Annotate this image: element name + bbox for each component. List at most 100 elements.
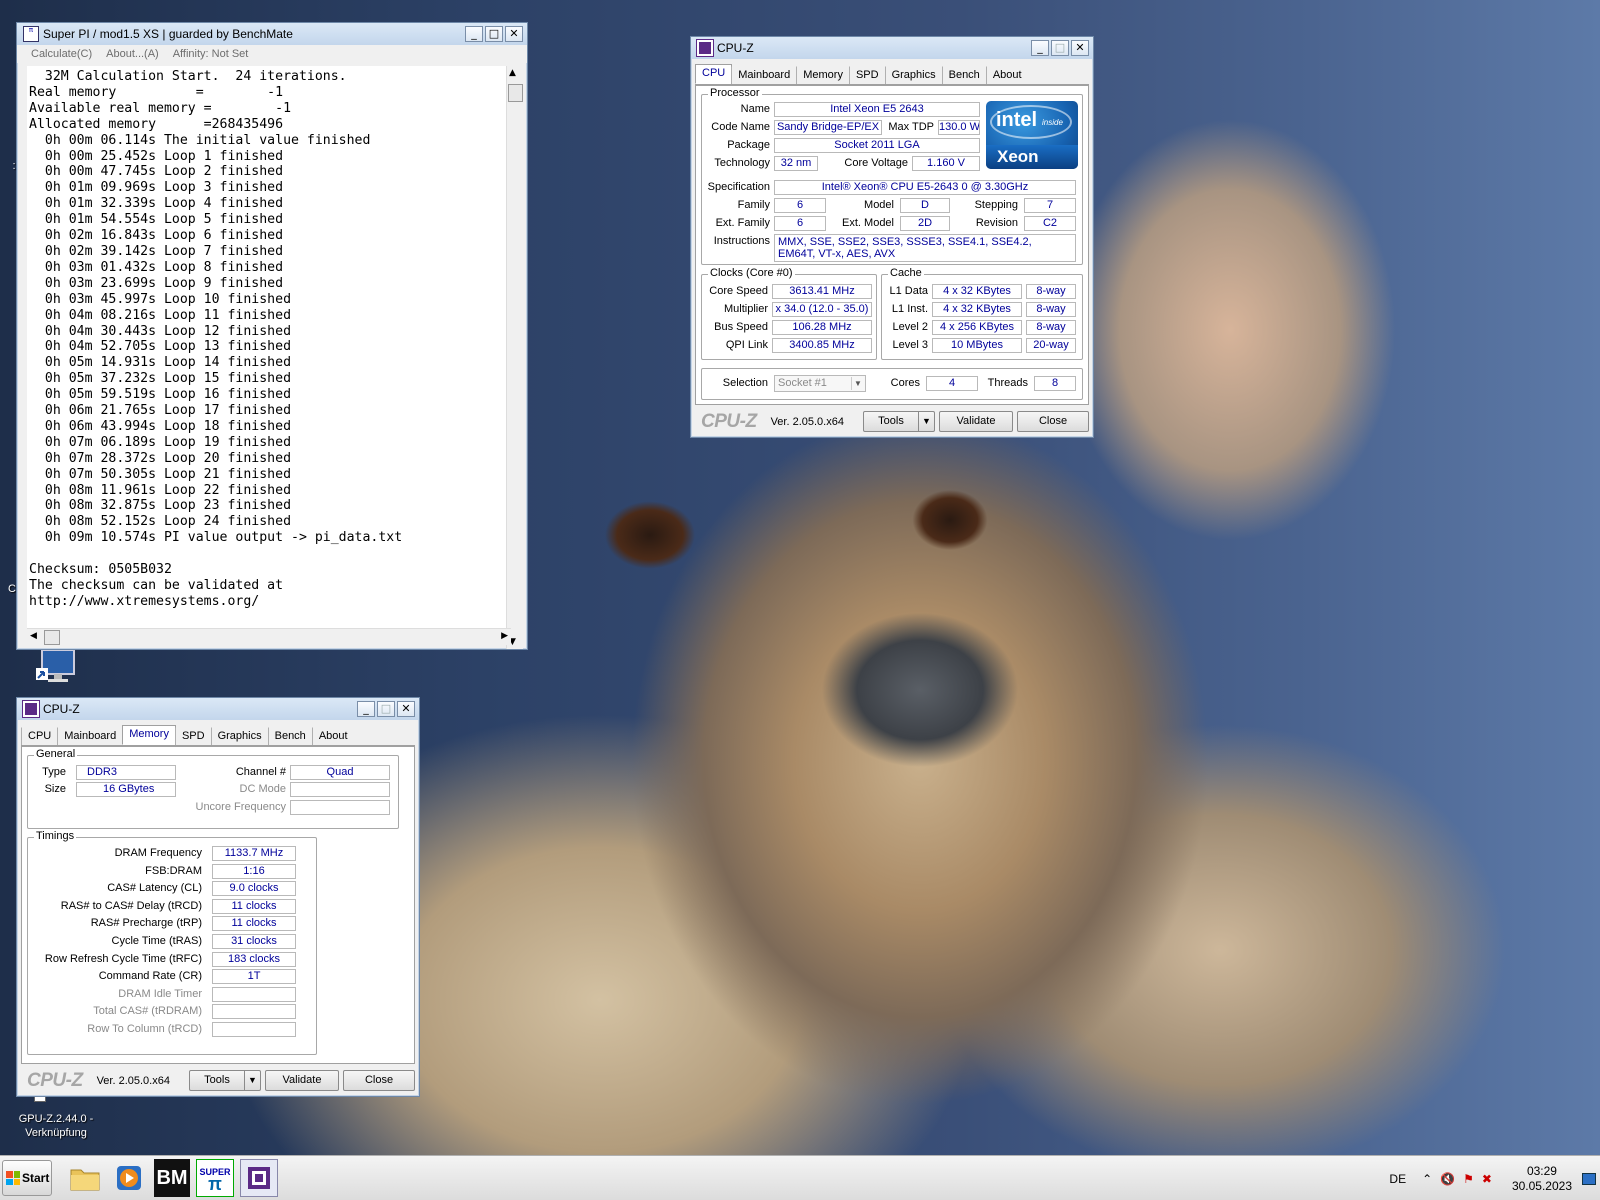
timing-label: DRAM Idle Timer	[118, 987, 202, 1000]
codename-label: Code Name	[711, 121, 770, 133]
superpi-output[interactable]: 32M Calculation Start. 24 iterations. Rea…	[27, 66, 513, 641]
output-line: 0h 07m 06.189s Loop 19 finished	[29, 434, 292, 450]
close-button[interactable]: ✕	[1071, 40, 1089, 56]
timing-value	[212, 1004, 296, 1020]
timing-value: 183 clocks	[212, 951, 296, 967]
scrollbar-thumb[interactable]	[508, 84, 523, 102]
close-dialog-button[interactable]: Close	[1017, 411, 1089, 432]
scroll-left-icon[interactable]: ◀	[30, 631, 37, 641]
tab-cpu[interactable]: CPU	[21, 727, 58, 745]
start-button[interactable]: Start	[2, 1160, 52, 1196]
chevron-down-icon[interactable]: ▼	[851, 377, 864, 390]
output-line: 0h 03m 01.432s Loop 8 finished	[29, 259, 284, 275]
timings-group-label: Timings	[34, 830, 77, 842]
extfamily-value: 6	[774, 216, 826, 231]
tab-spd[interactable]: SPD	[174, 727, 212, 745]
clock-date: 30.05.2023	[1511, 1178, 1572, 1193]
clocks-group-label: Clocks (Core #0)	[708, 267, 795, 279]
timing-value: 11 clocks	[212, 898, 296, 914]
minimize-button[interactable]: _	[1031, 40, 1049, 56]
output-line: 0h 02m 39.142s Loop 7 finished	[29, 243, 284, 259]
close-button[interactable]: ✕	[397, 701, 415, 717]
tab-about[interactable]: About	[985, 66, 1029, 84]
cpuz-mem-titlebar[interactable]: CPU-Z _ □ ✕	[17, 698, 419, 720]
stepping-value: 7	[1024, 198, 1076, 213]
output-line: 0h 01m 32.339s Loop 4 finished	[29, 196, 284, 212]
tab-graphics[interactable]: Graphics	[210, 727, 269, 745]
tab-memory[interactable]: Memory	[796, 66, 850, 84]
cpuz-icon[interactable]	[240, 1159, 278, 1197]
cpuz-cpu-titlebar[interactable]: CPU-Z _ □ ✕	[691, 37, 1093, 59]
extmodel-value: 2D	[900, 216, 950, 231]
cpuz-cpu-window: CPU-Z _ □ ✕ CPU Mainboard Memory SPD Gra…	[690, 36, 1094, 438]
tab-bench[interactable]: Bench	[267, 727, 313, 745]
threads-label: Threads	[987, 377, 1028, 389]
benchmate-icon[interactable]: BM	[154, 1159, 190, 1197]
revision-label: Revision	[975, 217, 1018, 229]
network-error-icon[interactable]: ✖	[1482, 1172, 1492, 1186]
close-button[interactable]: ✕	[505, 26, 523, 42]
menu-calculate[interactable]: Calculate(C)	[31, 48, 92, 60]
socket-select[interactable]: Socket #1 ▼	[774, 375, 866, 392]
vertical-scrollbar[interactable]: ▲ ▼	[506, 66, 523, 649]
flag-warning-icon[interactable]: ⚑	[1463, 1172, 1474, 1186]
model-label: Model	[864, 199, 894, 211]
cpuz-mem-tabs: CPU Mainboard Memory SPD Graphics Bench …	[21, 725, 415, 746]
tab-graphics[interactable]: Graphics	[884, 66, 943, 84]
volume-muted-icon[interactable]: 🔇	[1440, 1172, 1455, 1186]
clock[interactable]: 03:29 30.05.2023	[1512, 1164, 1572, 1194]
tab-cpu[interactable]: CPU	[695, 64, 733, 84]
tools-button[interactable]: Tools ▼	[189, 1070, 261, 1091]
timing-label: FSB:DRAM	[145, 864, 202, 877]
folder-icon[interactable]	[66, 1159, 104, 1197]
hscrollbar-thumb[interactable]	[44, 630, 60, 645]
validate-button[interactable]: Validate	[939, 411, 1013, 432]
chevron-down-icon[interactable]: ▼	[244, 1071, 260, 1090]
output-line: 0h 00m 47.745s Loop 2 finished	[29, 164, 284, 180]
superpi-titlebar[interactable]: π Super PI / mod1.5 XS | guarded by Benc…	[17, 23, 527, 45]
output-line: 0h 04m 30.443s Loop 12 finished	[29, 323, 292, 339]
maxtdp-label: Max TDP	[888, 121, 934, 133]
media-player-icon[interactable]	[110, 1159, 148, 1197]
output-line: 0h 06m 21.765s Loop 17 finished	[29, 403, 292, 419]
menu-about[interactable]: About...(A)	[106, 48, 159, 60]
gpuz-shortcut-icon[interactable]: GPU-Z.2.44.0 - Verknüpfung	[16, 1092, 96, 1142]
scroll-up-icon[interactable]: ▲	[509, 68, 516, 78]
maximize-button[interactable]: □	[485, 26, 503, 42]
chevron-down-icon[interactable]: ▼	[918, 412, 934, 431]
timings-group: Timings DRAM Frequency 1133.7 MHz FSB:DRAM…	[27, 830, 317, 1055]
tab-memory[interactable]: Memory	[122, 725, 176, 745]
validate-button[interactable]: Validate	[265, 1070, 339, 1091]
timing-value	[212, 1022, 296, 1037]
instructions-label: Instructions	[713, 235, 770, 247]
uncore-value	[290, 800, 390, 815]
minimize-button[interactable]: _	[465, 26, 483, 42]
minimize-button[interactable]: _	[357, 701, 375, 717]
l2-value: 4 x 256 KBytes	[932, 320, 1022, 335]
language-indicator[interactable]: DE	[1389, 1172, 1406, 1186]
tab-mainboard[interactable]: Mainboard	[731, 66, 797, 84]
output-line: 0h 06m 43.994s Loop 18 finished	[29, 418, 292, 434]
tray-expand-icon[interactable]: ⌃	[1422, 1172, 1432, 1186]
show-desktop-icon[interactable]	[1582, 1172, 1596, 1185]
version-label: Ver. 2.05.0.x64	[96, 1075, 170, 1087]
superpi-icon[interactable]: SUPER π	[196, 1159, 234, 1197]
tab-about[interactable]: About	[311, 727, 355, 745]
horizontal-scrollbar[interactable]: ◀ ▶	[27, 628, 511, 645]
tab-mainboard[interactable]: Mainboard	[57, 727, 123, 745]
timing-value: 1T	[212, 969, 296, 985]
multiplier-label: Multiplier	[723, 303, 768, 315]
corespeed-label: Core Speed	[709, 285, 768, 297]
close-dialog-button[interactable]: Close	[343, 1070, 415, 1091]
tools-button-label: Tools	[878, 415, 904, 427]
tab-spd[interactable]: SPD	[848, 66, 886, 84]
tab-bench[interactable]: Bench	[941, 66, 987, 84]
output-line: 0h 08m 52.152s Loop 24 finished	[29, 514, 292, 530]
instructions-value: MMX, SSE, SSE2, SSE3, SSSE3, SSE4.1, SSE…	[774, 234, 1076, 262]
cpuz-memory-window: CPU-Z _ □ ✕ CPU Mainboard Memory SPD Gra…	[16, 697, 420, 1097]
computer-desktop-icon[interactable]	[34, 648, 82, 688]
tools-button[interactable]: Tools ▼	[863, 411, 935, 432]
menu-affinity[interactable]: Affinity: Not Set	[173, 48, 249, 60]
output-line: 0h 09m 10.574s PI value output -> pi_dat…	[29, 530, 403, 546]
scroll-right-icon[interactable]: ▶	[501, 631, 508, 641]
